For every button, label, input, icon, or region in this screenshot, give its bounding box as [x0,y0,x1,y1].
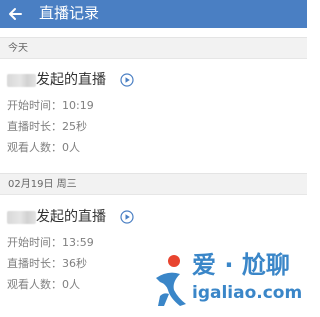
back-button[interactable] [2,0,30,28]
date-section-header: 今天 [0,37,307,59]
running-figure-logo-icon [156,255,186,306]
app-header: 直播记录 [0,0,307,28]
back-arrow-icon [9,8,22,20]
live-duration: 直播时长：36秒 [7,257,87,270]
play-icon[interactable] [120,73,134,87]
viewer-count: 观看人数：0人 [7,278,80,291]
record-title: 发起的直播 [36,72,106,88]
start-time: 开始时间：13:59 [7,236,94,249]
viewer-count: 观看人数：0人 [7,141,80,154]
live-duration: 直播时长：25秒 [7,120,87,133]
play-icon[interactable] [120,210,134,224]
date-label: 02月19日 周三 [8,179,77,190]
watermark-url: igaliao.com [192,283,303,303]
blurred-username [7,74,36,87]
blurred-username [7,211,36,224]
live-record-item[interactable]: 发起的直播 开始时间：10:19 直播时长：25秒 观看人数：0人 [0,70,307,165]
watermark-text: 爱 · 尬聊 [192,251,290,279]
start-time: 开始时间：10:19 [7,99,94,112]
date-section-header: 02月19日 周三 [0,173,307,195]
date-label: 今天 [8,43,28,54]
page-title: 直播记录 [39,4,100,22]
record-title: 发起的直播 [36,209,106,225]
watermark: 爱 · 尬聊 igaliao.com [150,250,305,312]
